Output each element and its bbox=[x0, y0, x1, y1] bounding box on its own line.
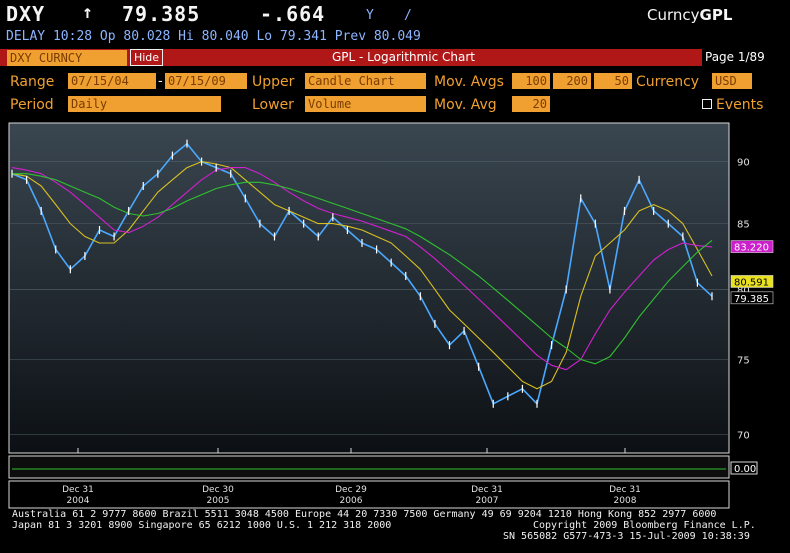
net-change: -.664 bbox=[260, 2, 326, 26]
footer-copyright: Copyright 2009 Bloomberg Finance L.P. bbox=[533, 520, 756, 531]
source-label: CurncyGPL bbox=[647, 6, 732, 24]
mov-avgs-label: Mov. Avgs bbox=[434, 74, 504, 90]
x-tick-year: 2006 bbox=[340, 496, 363, 506]
up-arrow-icon: ↑ bbox=[82, 2, 94, 23]
x-tick-label: Dec 31 bbox=[62, 485, 94, 495]
footer-session: SN 565082 G577-473-3 15-Jul-2009 10:38:3… bbox=[503, 531, 750, 542]
volume-panel bbox=[8, 455, 730, 479]
y-tick-label: 90 bbox=[737, 158, 750, 169]
period-select[interactable]: Daily bbox=[68, 96, 221, 112]
price-tags: 83.220 80.591 79.385 bbox=[730, 240, 774, 305]
upper-label: Upper bbox=[252, 74, 295, 90]
period-label: Period bbox=[10, 97, 54, 113]
slash-glyph: / bbox=[404, 8, 412, 23]
ticker: DXY bbox=[6, 2, 46, 26]
plot-area bbox=[8, 122, 730, 454]
source-suffix: GPL bbox=[699, 6, 733, 24]
mov-avg-input[interactable]: 20 bbox=[512, 96, 550, 112]
last-price: 79.385 bbox=[122, 2, 201, 26]
price-tag-label: 80.591 bbox=[734, 277, 769, 288]
price-chart[interactable]: 9085807570 83.22080.59179.385 0.00 Dec 3… bbox=[0, 118, 790, 518]
currency-input[interactable]: USD bbox=[712, 73, 752, 89]
range-start-input[interactable]: 07/15/04 bbox=[68, 73, 156, 89]
currency-label: Currency bbox=[636, 74, 700, 90]
footer-contacts-2: Japan 81 3 3201 8900 Singapore 65 6212 1… bbox=[12, 520, 392, 531]
price-tag-label: 79.385 bbox=[734, 294, 769, 305]
mov-avg-2-input[interactable]: 200 bbox=[553, 73, 591, 89]
x-tick-label: Dec 30 bbox=[202, 485, 234, 495]
lower-select[interactable]: Volume bbox=[305, 96, 426, 112]
y-tick-label: 70 bbox=[737, 430, 750, 441]
page-indicator[interactable]: Page 1/89 bbox=[702, 49, 790, 66]
quote-details: DELAY 10:28 Op 80.028 Hi 80.040 Lo 79.34… bbox=[6, 29, 421, 44]
upper-select[interactable]: Candle Chart bbox=[305, 73, 426, 89]
x-tick-label: Dec 29 bbox=[335, 485, 367, 495]
range-separator: - bbox=[158, 74, 163, 89]
hide-button[interactable]: Hide bbox=[130, 49, 163, 66]
source-prefix: Curncy bbox=[647, 6, 700, 24]
lower-label: Lower bbox=[252, 97, 294, 113]
y-tick-label: 75 bbox=[737, 355, 750, 366]
range-label: Range bbox=[10, 74, 55, 90]
x-tick-label: Dec 31 bbox=[471, 485, 503, 495]
events-label: Events bbox=[716, 97, 764, 113]
mov-avg-label: Mov. Avg bbox=[434, 97, 497, 113]
x-tick-year: 2004 bbox=[67, 496, 90, 506]
events-checkbox[interactable] bbox=[702, 99, 712, 109]
security-field[interactable]: DXY CURNCY bbox=[7, 50, 127, 66]
mov-avg-1-input[interactable]: 100 bbox=[512, 73, 550, 89]
range-end-input[interactable]: 07/15/09 bbox=[165, 73, 247, 89]
x-tick-year: 2005 bbox=[207, 496, 230, 506]
x-tick-year: 2008 bbox=[614, 496, 637, 506]
volume-tag: 0.00 bbox=[734, 464, 756, 475]
mov-avg-3-input[interactable]: 50 bbox=[594, 73, 632, 89]
x-tick-label: Dec 31 bbox=[609, 485, 641, 495]
chart-title: GPL - Logarithmic Chart bbox=[332, 50, 475, 64]
price-tag-label: 83.220 bbox=[734, 243, 769, 254]
y-tick-label: 85 bbox=[737, 220, 750, 231]
change-glyph: Y bbox=[366, 8, 374, 23]
x-tick-year: 2007 bbox=[476, 496, 499, 506]
footer-contacts-1: Australia 61 2 9777 8600 Brazil 5511 304… bbox=[12, 509, 717, 520]
